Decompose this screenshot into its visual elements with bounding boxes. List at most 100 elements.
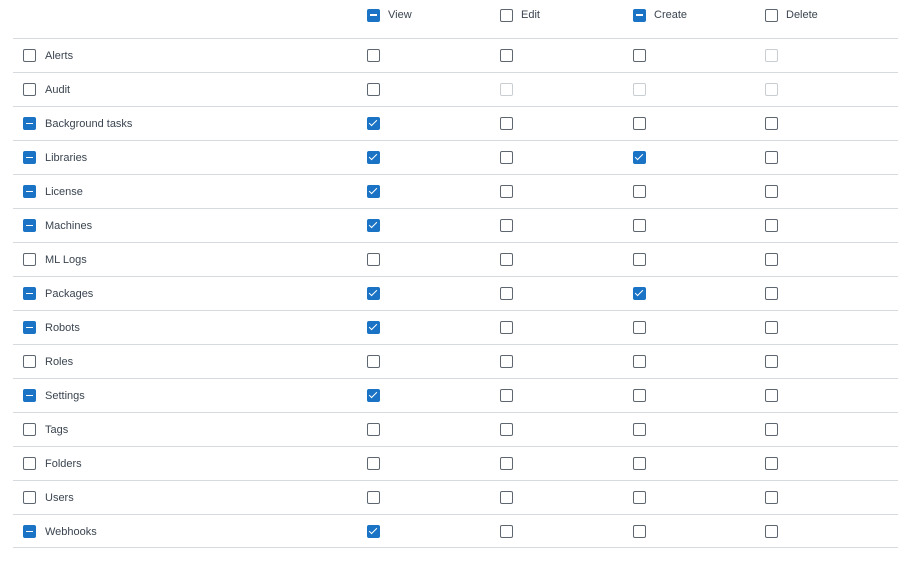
row-select-checkbox[interactable] xyxy=(23,185,36,198)
create-cell xyxy=(633,481,646,514)
row-select-checkbox[interactable] xyxy=(23,321,36,334)
row-select-checkbox[interactable] xyxy=(23,49,36,62)
row-select-checkbox[interactable] xyxy=(23,423,36,436)
view-permission-checkbox[interactable] xyxy=(367,49,380,62)
view-permission-checkbox[interactable] xyxy=(367,151,380,164)
create-permission-checkbox[interactable] xyxy=(633,185,646,198)
row-select-checkbox[interactable] xyxy=(23,457,36,470)
delete-permission-checkbox[interactable] xyxy=(765,491,778,504)
create-permission-checkbox[interactable] xyxy=(633,389,646,402)
edit-cell xyxy=(500,379,513,412)
row-select-checkbox[interactable] xyxy=(23,287,36,300)
delete-permission-checkbox[interactable] xyxy=(765,423,778,436)
row-select-checkbox[interactable] xyxy=(23,219,36,232)
view-cell xyxy=(367,379,380,412)
edit-permission-checkbox[interactable] xyxy=(500,525,513,538)
create-permission-checkbox[interactable] xyxy=(633,423,646,436)
view-permission-checkbox[interactable] xyxy=(367,389,380,402)
row-select-checkbox[interactable] xyxy=(23,491,36,504)
edit-permission-checkbox[interactable] xyxy=(500,219,513,232)
view-cell xyxy=(367,447,380,480)
edit-permission-checkbox[interactable] xyxy=(500,49,513,62)
create-permission-checkbox[interactable] xyxy=(633,355,646,368)
view-permission-checkbox[interactable] xyxy=(367,525,380,538)
edit-permission-checkbox[interactable] xyxy=(500,287,513,300)
create-permission-checkbox[interactable] xyxy=(633,525,646,538)
edit-permission-checkbox[interactable] xyxy=(500,321,513,334)
create-permission-checkbox[interactable] xyxy=(633,117,646,130)
delete-permission-checkbox[interactable] xyxy=(765,525,778,538)
edit-cell xyxy=(500,39,513,72)
row-name-cell: Robots xyxy=(23,311,80,344)
edit-permission-checkbox[interactable] xyxy=(500,185,513,198)
view-permission-checkbox[interactable] xyxy=(367,287,380,300)
table-row: Audit xyxy=(13,72,898,106)
view-permission-checkbox[interactable] xyxy=(367,355,380,368)
view-permission-checkbox[interactable] xyxy=(367,185,380,198)
view-permission-checkbox[interactable] xyxy=(367,219,380,232)
edit-permission-checkbox[interactable] xyxy=(500,151,513,164)
edit-permission-checkbox[interactable] xyxy=(500,117,513,130)
delete-cell xyxy=(765,447,778,480)
create-permission-checkbox[interactable] xyxy=(633,49,646,62)
edit-permission-checkbox[interactable] xyxy=(500,457,513,470)
create-permission-checkbox[interactable] xyxy=(633,457,646,470)
delete-permission-checkbox[interactable] xyxy=(765,287,778,300)
delete-permission-checkbox[interactable] xyxy=(765,117,778,130)
view-permission-checkbox[interactable] xyxy=(367,457,380,470)
create-permission-checkbox[interactable] xyxy=(633,321,646,334)
delete-cell xyxy=(765,277,778,310)
row-select-checkbox[interactable] xyxy=(23,83,36,96)
row-name-cell: Roles xyxy=(23,345,73,378)
select-all-edit-checkbox[interactable] xyxy=(500,8,513,22)
row-select-checkbox[interactable] xyxy=(23,117,36,130)
create-permission-checkbox[interactable] xyxy=(633,253,646,266)
column-header-row: View Edit Create Delete xyxy=(0,0,912,30)
row-select-checkbox[interactable] xyxy=(23,389,36,402)
edit-permission-checkbox[interactable] xyxy=(500,253,513,266)
delete-permission-checkbox[interactable] xyxy=(765,151,778,164)
delete-permission-checkbox[interactable] xyxy=(765,355,778,368)
view-permission-checkbox[interactable] xyxy=(367,491,380,504)
view-permission-checkbox[interactable] xyxy=(367,321,380,334)
select-all-create-checkbox[interactable] xyxy=(633,8,646,22)
row-select-checkbox[interactable] xyxy=(23,151,36,164)
row-select-checkbox[interactable] xyxy=(23,355,36,368)
delete-cell xyxy=(765,107,778,140)
edit-permission-checkbox[interactable] xyxy=(500,389,513,402)
row-select-checkbox[interactable] xyxy=(23,525,36,538)
delete-permission-checkbox[interactable] xyxy=(765,389,778,402)
select-all-view-checkbox[interactable] xyxy=(367,8,380,22)
edit-cell xyxy=(500,515,513,548)
delete-permission-checkbox[interactable] xyxy=(765,253,778,266)
select-all-delete-checkbox[interactable] xyxy=(765,8,778,22)
view-permission-checkbox[interactable] xyxy=(367,117,380,130)
edit-cell xyxy=(500,311,513,344)
header-view-label: View xyxy=(388,9,412,21)
create-cell xyxy=(633,311,646,344)
delete-permission-checkbox[interactable] xyxy=(765,457,778,470)
delete-permission-checkbox[interactable] xyxy=(765,219,778,232)
create-permission-checkbox[interactable] xyxy=(633,491,646,504)
delete-permission-checkbox[interactable] xyxy=(765,321,778,334)
view-permission-checkbox[interactable] xyxy=(367,83,380,96)
row-select-checkbox[interactable] xyxy=(23,253,36,266)
view-permission-checkbox[interactable] xyxy=(367,423,380,436)
header-delete: Delete xyxy=(765,7,818,23)
edit-permission-checkbox[interactable] xyxy=(500,491,513,504)
create-cell xyxy=(633,175,646,208)
create-permission-checkbox[interactable] xyxy=(633,151,646,164)
view-permission-checkbox[interactable] xyxy=(367,253,380,266)
delete-cell xyxy=(765,39,778,72)
edit-permission-checkbox[interactable] xyxy=(500,423,513,436)
permissions-grid: View Edit Create Delete Alerts Audit Backg… xyxy=(0,0,912,565)
create-permission-checkbox[interactable] xyxy=(633,287,646,300)
view-cell xyxy=(367,209,380,242)
create-permission-checkbox[interactable] xyxy=(633,219,646,232)
create-cell xyxy=(633,107,646,140)
create-cell xyxy=(633,345,646,378)
table-row: Tags xyxy=(13,412,898,446)
view-cell xyxy=(367,107,380,140)
edit-permission-checkbox[interactable] xyxy=(500,355,513,368)
delete-permission-checkbox[interactable] xyxy=(765,185,778,198)
